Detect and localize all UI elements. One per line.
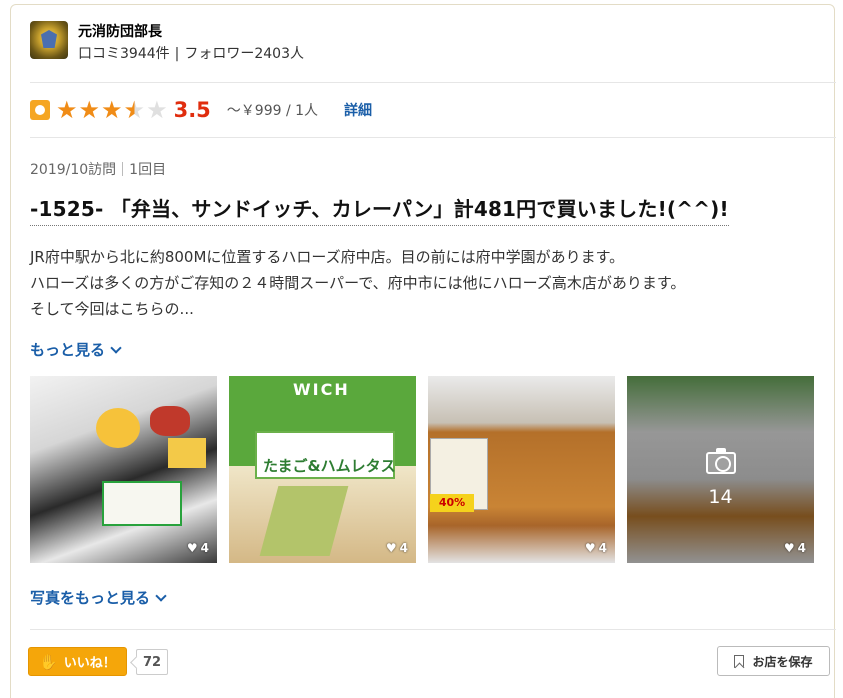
rating-row: ★ ★ ★ ★ ★ 3.5 ～￥999 / 1人 詳細 [30,97,372,123]
reviewer-header: 元消防団部長 口コミ3944件 | フォロワー2403人 [30,21,304,63]
reviewer-name[interactable]: 元消防団部長 [78,23,304,41]
follower-count: フォロワー2403人 [184,46,304,62]
like-icon: ♥ [385,541,397,555]
avatar[interactable] [30,21,68,59]
product-label [102,481,182,526]
star-icon: ★ [78,96,101,124]
photo-like-count: 4 [399,541,408,555]
visit-date: 2019/10訪問 [30,162,117,178]
like-button[interactable]: ✋ いいね！ [28,647,127,676]
star-icon: ★ [56,96,78,124]
price-range: ～￥999 / 1人 [226,103,319,119]
stats-separator: | [174,46,180,62]
save-restaurant-button[interactable]: お店を保存 [717,646,830,676]
camera-icon [706,448,736,474]
chevron-down-icon [155,589,167,602]
photo-like-count: 4 [200,541,209,555]
like-count: 72 [136,649,169,675]
photo-thumbnail-sandwich[interactable]: WICH たまご&ハムレタス ♥ 4 [229,376,416,563]
package-brand: WICH [293,380,350,399]
package-label-text: たまご&ハムレタス [263,457,396,475]
review-title[interactable]: -1525- 「弁当、サンドイッチ、カレーパン」計481円で買いました!(^^)… [30,193,729,226]
divider [30,137,836,138]
like-icon: ♥ [186,541,198,555]
chevron-down-icon [110,341,122,354]
visit-info: 2019/10訪問 1回目 [30,159,166,179]
like-button-label: いいね！ [63,656,116,671]
review-card: 元消防団部長 口コミ3944件 | フォロワー2403人 ★ ★ ★ ★ ★ 3… [10,4,836,698]
review-line: ハローズは多くの方がご存知の２４時間スーパーで、府中市には他にハローズ高木店があ… [30,274,686,292]
photo-thumbnail-bento[interactable]: ♥ 4 [30,376,217,563]
star-empty-icon: ★ [146,96,168,124]
food-item [168,438,206,468]
more-photos-link[interactable]: 写真をもっと見る [30,587,167,608]
photo-like-badge: ♥ 4 [784,541,806,555]
like-icon: ♥ [584,541,596,555]
food-item [150,406,190,436]
photo-like-badge: ♥ 4 [187,541,209,555]
discount-tag: 40% [430,494,474,512]
star-icon: ★ [101,96,123,124]
thumbs-up-icon: ✋ [39,652,58,671]
like-icon: ♥ [783,541,795,555]
photo-gallery: ♥ 4 WICH たまご&ハムレタス ♥ 4 40% ♥ 4 14 ♥ 4 [30,376,814,563]
photo-like-count: 4 [598,541,607,555]
photo-thumbnail-curry-bread[interactable]: 40% ♥ 4 [428,376,615,563]
visit-separator [122,162,124,176]
star-rating: ★ ★ ★ ★ ★ [56,98,168,122]
reviewer-info: 元消防団部長 口コミ3944件 | フォロワー2403人 [78,21,304,63]
reviewer-stats: 口コミ3944件 | フォロワー2403人 [78,45,304,63]
review-count: 口コミ3944件 [78,46,170,62]
read-more-label: もっと見る [30,341,106,359]
save-button-label: お店を保存 [752,654,813,669]
visit-count: 1回目 [129,162,167,178]
divider [30,629,836,630]
review-line: そして今回はこちらの... [30,300,194,318]
read-more-link[interactable]: もっと見る [30,339,122,360]
sun-icon [30,100,50,120]
divider [30,82,836,83]
detail-link[interactable]: 詳細 [344,100,372,120]
photo-thumbnail-more[interactable]: 14 ♥ 4 [627,376,814,563]
review-text: JR府中駅から北に約800Mに位置するハローズ府中店。目の前には府中学園がありま… [30,244,820,322]
rating-value: 3.5 [173,98,211,122]
star-half-icon: ★ [123,96,146,124]
review-line: JR府中駅から北に約800Mに位置するハローズ府中店。目の前には府中学園がありま… [30,248,625,266]
sticker [96,408,140,448]
sandwich-filling [259,486,349,556]
photo-like-badge: ♥ 4 [585,541,607,555]
photo-total-count: 14 [708,486,733,508]
bookmark-icon [734,654,745,668]
photo-like-badge: ♥ 4 [386,541,408,555]
photo-like-count: 4 [797,541,806,555]
more-photos-label: 写真をもっと見る [30,589,151,607]
